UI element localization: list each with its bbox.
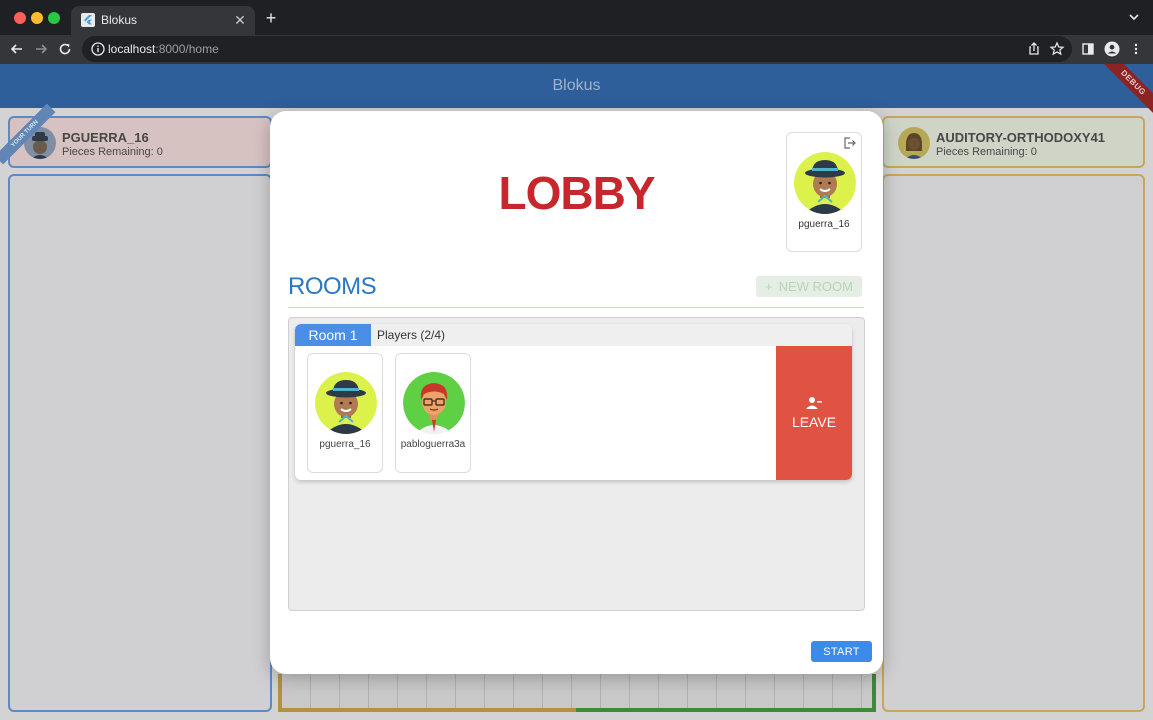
start-button[interactable]: START	[811, 641, 872, 662]
forward-arrow-icon[interactable]	[31, 39, 51, 59]
share-icon[interactable]	[1026, 41, 1042, 57]
room-player-tile: pguerra_16	[307, 353, 383, 473]
player-card-pguerra: YOUR TURN PGUERRA_16 Pieces Remaining: 0	[0, 103, 272, 168]
close-window-button[interactable]	[14, 12, 26, 24]
logout-icon[interactable]	[843, 136, 857, 150]
browser-menu-icon[interactable]	[1126, 39, 1146, 59]
tab-close-icon[interactable]: ✕	[231, 11, 249, 29]
player-avatar	[898, 127, 930, 159]
current-user-card: pguerra_16	[786, 132, 862, 252]
tab-search-chevron-icon[interactable]	[1127, 10, 1141, 24]
flutter-favicon-icon	[81, 13, 95, 27]
room-player-name: pabloguerra3a	[400, 439, 466, 450]
right-pieces-panel	[882, 174, 1145, 712]
player-name: AUDITORY-ORTHODOXY41	[936, 130, 1106, 145]
pieces-remaining: Pieces Remaining: 0	[62, 146, 163, 158]
site-info-icon[interactable]	[90, 41, 106, 57]
game-board	[278, 674, 876, 712]
rooms-heading: ROOMS	[288, 273, 377, 300]
bookmark-star-icon[interactable]	[1049, 41, 1065, 57]
room-name-tab: Room 1	[295, 324, 371, 346]
new-tab-plus-icon[interactable]: +	[262, 8, 280, 28]
tab-title: Blokus	[101, 13, 138, 27]
app-bar: Blokus DEBUG	[0, 64, 1153, 124]
room-player-tile: pabloguerra3a	[395, 353, 471, 473]
reload-icon[interactable]	[55, 39, 75, 59]
player-name: PGUERRA_16	[62, 130, 149, 145]
url-text: localhost:8000/home	[108, 42, 219, 56]
browser-tabstrip: Blokus ✕ +	[0, 0, 1153, 35]
address-bar[interactable]: localhost:8000/home	[82, 36, 1072, 62]
back-arrow-icon[interactable]	[7, 39, 27, 59]
room-header: Room 1 Players (2/4)	[295, 324, 852, 346]
leave-room-button[interactable]: LEAVE	[776, 346, 852, 480]
new-room-label: NEW ROOM	[778, 279, 853, 294]
remove-person-icon	[806, 397, 822, 409]
leave-label: LEAVE	[791, 414, 837, 430]
room-player-count: Players (2/4)	[377, 328, 446, 342]
user-avatar	[794, 152, 856, 214]
minimize-window-button[interactable]	[31, 12, 43, 24]
current-user-name: pguerra_16	[798, 219, 850, 230]
browser-tab[interactable]: Blokus ✕	[71, 6, 255, 35]
rooms-divider	[288, 307, 864, 308]
player-card-auditory: AUDITORY-ORTHODOXY41 Pieces Remaining: 0	[882, 116, 1145, 168]
profile-icon[interactable]	[1102, 39, 1122, 59]
room-card: Room 1 Players (2/4) pguerra_16 pablogue…	[295, 324, 852, 480]
app-title: Blokus	[552, 77, 601, 94]
lobby-dialog: LOBBY pguerra_16 ROOMS + NEW ROOM Room 1…	[270, 111, 883, 674]
pieces-remaining: Pieces Remaining: 0	[936, 146, 1037, 158]
plus-icon: +	[765, 279, 773, 294]
new-room-button[interactable]: + NEW ROOM	[756, 276, 862, 297]
player-avatar	[315, 372, 377, 434]
player-avatar	[403, 372, 465, 434]
rooms-list: Room 1 Players (2/4) pguerra_16 pablogue…	[288, 317, 865, 611]
side-panel-icon[interactable]	[1078, 39, 1098, 59]
board-border-green	[576, 708, 876, 712]
left-pieces-panel	[8, 174, 272, 712]
maximize-window-button[interactable]	[48, 12, 60, 24]
browser-toolbar: localhost:8000/home	[0, 35, 1153, 64]
room-player-name: pguerra_16	[319, 439, 371, 450]
